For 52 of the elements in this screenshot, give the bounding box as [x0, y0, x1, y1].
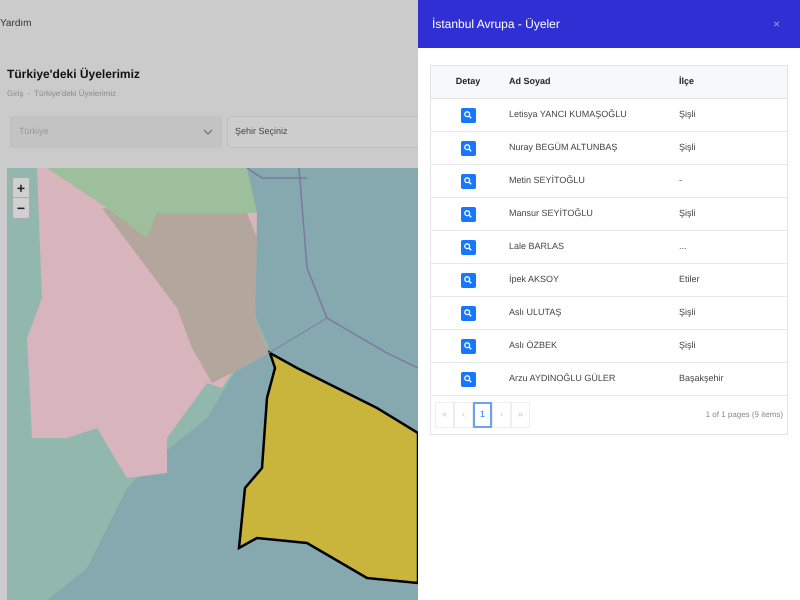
detail-button[interactable] [460, 108, 476, 122]
member-name: Metin SEYİTOĞLU [508, 174, 586, 188]
panel-title: İstanbul Avrupa - Üyeler [432, 16, 560, 33]
detail-button[interactable] [460, 272, 476, 288]
search-icon [464, 276, 472, 284]
search-icon [464, 111, 472, 119]
detail-button[interactable] [460, 174, 476, 188]
member-name: Arzu AYDINOĞLU GÜLER [508, 372, 616, 386]
city-select[interactable]: Şehir Seçiniz [227, 116, 418, 148]
close-button[interactable]: × [772, 15, 786, 33]
search-icon [464, 342, 472, 350]
zoom-out-button[interactable]: − [13, 198, 29, 218]
chevron-down-icon [203, 129, 213, 135]
district-cell-text: Şişli [678, 141, 696, 154]
district-cell-text: Şişli [678, 339, 696, 352]
column-header: Detay [454, 75, 482, 88]
district-cell-text: Şişli [678, 108, 696, 122]
detail-button[interactable] [460, 338, 476, 354]
detail-button[interactable] [460, 372, 476, 386]
district-cell-text: Şişli [678, 207, 696, 220]
breadcrumb-link[interactable]: Türkiye'deki Üyelerimiz [34, 88, 116, 100]
district-cell-text: ... [678, 240, 687, 254]
district-cell-text: Şişli [678, 306, 696, 320]
member-name: Aslı ULUTAŞ [508, 306, 562, 320]
member-name: Nuray BEGÜM ALTUNBAŞ [508, 141, 618, 154]
district-cell-text: Etiler [678, 273, 700, 286]
member-name: İpek AKSOY [508, 273, 560, 286]
page-summary: 1 of 1 pages (9 items) [706, 409, 783, 421]
search-icon [464, 210, 472, 218]
detail-button[interactable] [460, 240, 476, 254]
help-link[interactable]: Yardım [0, 16, 32, 31]
member-name: Letisya YANCI KUMAŞOĞLU [508, 108, 628, 122]
column-header: Ad Soyad [508, 75, 552, 88]
district-cell-text: - [678, 174, 682, 188]
member-name: Lale BARLAS [508, 240, 566, 254]
detail-button[interactable] [460, 306, 476, 320]
search-icon [464, 243, 472, 251]
page-button[interactable]: 1 [473, 402, 492, 428]
detail-button[interactable] [460, 140, 476, 156]
zoom-in-button[interactable]: + [13, 178, 29, 198]
search-icon [464, 375, 472, 383]
search-icon [464, 309, 472, 317]
search-icon [464, 177, 472, 185]
search-icon [464, 144, 472, 152]
breadcrumb-separator: - [27, 88, 30, 100]
district-cell-text: Başakşehir [678, 372, 724, 386]
member-name: Aslı ÖZBEK [508, 339, 558, 352]
breadcrumb-link[interactable]: Giriş [7, 88, 24, 100]
column-header: İlçe [678, 75, 694, 88]
member-name: Mansur SEYİTOĞLU [508, 207, 594, 220]
detail-button[interactable] [460, 206, 476, 222]
page-title: Türkiye'deki Üyelerimiz [7, 66, 141, 83]
